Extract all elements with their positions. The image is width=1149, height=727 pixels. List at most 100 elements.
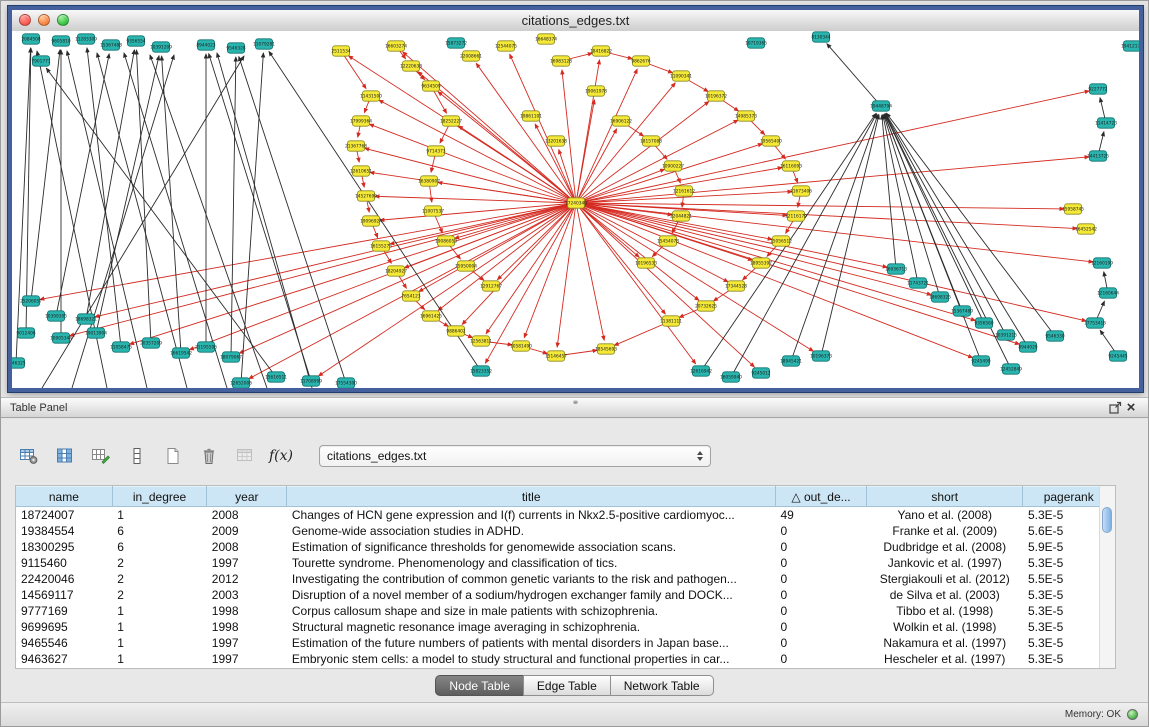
- graph-node[interactable]: 19013904: [85, 328, 107, 338]
- graph-node[interactable]: 19086053: [435, 236, 457, 246]
- table-cell[interactable]: Tibbo et al. (1998): [867, 603, 1023, 619]
- table-cell[interactable]: 1998: [207, 603, 287, 619]
- graph-node[interactable]: 9356560: [974, 318, 993, 328]
- graph-node[interactable]: 9605810: [51, 36, 70, 46]
- graph-node[interactable]: 18157088: [640, 136, 662, 146]
- graph-node[interactable]: 12160199: [1091, 258, 1113, 268]
- graph-edge[interactable]: [510, 54, 576, 203]
- new-table-icon[interactable]: [161, 445, 185, 467]
- graph-node[interactable]: 10900227: [662, 161, 684, 171]
- table-cell[interactable]: 6: [112, 539, 207, 555]
- table-cell[interactable]: Corpus callosum shape and size in male p…: [287, 603, 776, 619]
- graph-node[interactable]: 7654123: [401, 291, 420, 301]
- graph-edge[interactable]: [162, 56, 181, 353]
- graph-node[interactable]: 18955397: [750, 258, 772, 268]
- graph-node[interactable]: 16961425: [420, 311, 442, 321]
- graph-node[interactable]: 10391209: [150, 42, 172, 52]
- graph-node[interactable]: 12652006: [230, 378, 252, 388]
- graph-node[interactable]: 16906122: [610, 116, 632, 126]
- column-header[interactable]: in_degree: [112, 487, 207, 507]
- table-cell[interactable]: 9463627: [16, 651, 112, 667]
- graph-edge[interactable]: [318, 203, 576, 376]
- graph-edge[interactable]: [136, 50, 151, 343]
- graph-node[interactable]: 17344528: [725, 281, 747, 291]
- table-cell[interactable]: Changes of HCN gene expression and I(f) …: [287, 507, 776, 524]
- table-cell[interactable]: 19384554: [16, 523, 112, 539]
- graph-edge[interactable]: [86, 50, 134, 319]
- graph-node[interactable]: 11058475: [110, 342, 132, 352]
- table-cell[interactable]: Jankovic et al. (1997): [867, 555, 1023, 571]
- table-cell[interactable]: Tourette syndrome. Phenomenology and cla…: [287, 555, 776, 571]
- table-cell[interactable]: 0: [776, 651, 867, 667]
- table-cell[interactable]: 2: [112, 571, 207, 587]
- graph-node[interactable]: 25206057: [20, 296, 42, 306]
- table-row[interactable]: 946362711997Embryonic stem cells: a mode…: [16, 651, 1115, 667]
- graph-edge[interactable]: [791, 114, 878, 361]
- network-window-titlebar[interactable]: citations_edges.txt: [12, 10, 1139, 32]
- graph-node[interactable]: 9245499: [971, 356, 990, 366]
- table-cell[interactable]: 9699695: [16, 619, 112, 635]
- table-cell[interactable]: 2012: [207, 571, 287, 587]
- table-cell[interactable]: 18300295: [16, 539, 112, 555]
- graph-node[interactable]: 15958745: [1062, 204, 1084, 214]
- graph-edge[interactable]: [67, 51, 147, 388]
- graph-node[interactable]: 12616942: [690, 366, 712, 376]
- table-cell[interactable]: Dudbridge et al. (2008): [867, 539, 1023, 555]
- graph-node[interactable]: 13201638: [545, 136, 567, 146]
- table-cell[interactable]: 1: [112, 507, 207, 524]
- graph-node[interactable]: 21367768: [345, 141, 367, 151]
- table-row[interactable]: 977716911998Corpus callosum shape and si…: [16, 603, 1115, 619]
- graph-node[interactable]: 14985373: [735, 111, 757, 121]
- graph-node[interactable]: 22044821: [670, 211, 692, 221]
- table-cell[interactable]: 0: [776, 555, 867, 571]
- graph-node[interactable]: 15056512: [770, 236, 792, 246]
- graph-node[interactable]: 11743721: [907, 278, 929, 288]
- table-row[interactable]: 969969511998Structural magnetic resonanc…: [16, 619, 1115, 635]
- table-cell[interactable]: 9465546: [16, 635, 112, 651]
- graph-node[interactable]: 11090341: [670, 71, 692, 81]
- column-header[interactable]: △ out_de...: [776, 487, 867, 507]
- graph-node[interactable]: 12912767: [480, 281, 502, 291]
- table-cell[interactable]: Hescheler et al. (1997): [867, 651, 1023, 667]
- graph-node[interactable]: 11283309: [75, 34, 97, 44]
- table-cell[interactable]: Structural magnetic resonance image aver…: [287, 619, 776, 635]
- graph-node[interactable]: 15950004: [455, 261, 477, 271]
- graph-node[interactable]: 22008661: [460, 51, 482, 61]
- graph-node[interactable]: 10399305: [45, 311, 67, 321]
- graph-node[interactable]: 11431500: [360, 91, 382, 101]
- table-cell[interactable]: 2008: [207, 507, 287, 524]
- graph-node[interactable]: 9245012: [751, 368, 770, 378]
- graph-edge[interactable]: [189, 203, 576, 350]
- table-row[interactable]: 1938455462009Genome-wide association stu…: [16, 523, 1115, 539]
- graph-node[interactable]: 9245445: [1108, 351, 1127, 361]
- close-window-button[interactable]: [19, 14, 31, 26]
- table-cell[interactable]: 0: [776, 523, 867, 539]
- table-cell[interactable]: Embryonic stem cells: a model to study s…: [287, 651, 776, 667]
- graph-node[interactable]: 10196373: [810, 351, 832, 361]
- table-cell[interactable]: 2003: [207, 587, 287, 603]
- graph-node[interactable]: 9634509: [421, 81, 440, 91]
- graph-edge[interactable]: [886, 113, 1055, 336]
- graph-edge[interactable]: [375, 196, 576, 203]
- graph-node[interactable]: 19412175: [1121, 41, 1139, 51]
- minimize-window-button[interactable]: [38, 14, 50, 26]
- graph-node[interactable]: 9356554: [126, 36, 145, 46]
- graph-node[interactable]: 19096924: [360, 216, 382, 226]
- graph-node[interactable]: 19565400: [760, 136, 782, 146]
- table-cell[interactable]: 0: [776, 539, 867, 555]
- graph-node[interactable]: 16380907: [418, 176, 440, 186]
- table-scrollbar[interactable]: [1099, 486, 1115, 668]
- table-cell[interactable]: Estimation of the future numbers of pati…: [287, 635, 776, 651]
- graph-node[interactable]: 19861101: [520, 111, 542, 121]
- table-cell[interactable]: 49: [776, 507, 867, 524]
- table-cell[interactable]: 9777169: [16, 603, 112, 619]
- table-cell[interactable]: Disruption of a novel member of a sodium…: [287, 587, 776, 603]
- graph-edge[interactable]: [231, 57, 236, 357]
- graph-edge[interactable]: [438, 92, 576, 203]
- graph-node[interactable]: 16648374: [535, 34, 557, 44]
- table-row[interactable]: 1456911722003Disruption of a novel membe…: [16, 587, 1115, 603]
- table-cell[interactable]: 2008: [207, 539, 287, 555]
- graph-node[interactable]: 9227772: [1088, 84, 1107, 94]
- graph-node[interactable]: 12161612: [673, 186, 695, 196]
- graph-node[interactable]: 18252227: [440, 116, 462, 126]
